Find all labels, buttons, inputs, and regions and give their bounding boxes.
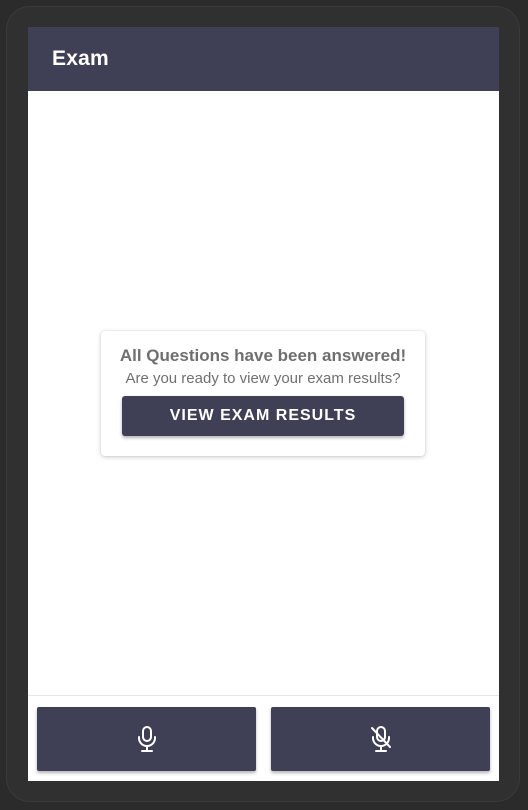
microphone-button[interactable]	[37, 707, 256, 771]
main-content: All Questions have been answered! Are yo…	[28, 91, 499, 695]
app-screen: Exam All Questions have been answered! A…	[28, 27, 499, 781]
microphone-off-button[interactable]	[271, 707, 490, 771]
card-subtext: Are you ready to view your exam results?	[125, 370, 401, 387]
bottom-action-bar	[28, 695, 499, 781]
microphone-icon	[136, 725, 158, 753]
card-heading: All Questions have been answered!	[119, 346, 407, 365]
view-exam-results-button[interactable]: VIEW EXAM RESULTS	[122, 396, 404, 436]
page-title: Exam	[52, 47, 109, 70]
exam-complete-card: All Questions have been answered! Are yo…	[101, 331, 425, 456]
app-bar: Exam	[28, 27, 499, 91]
microphone-off-icon	[369, 725, 393, 753]
